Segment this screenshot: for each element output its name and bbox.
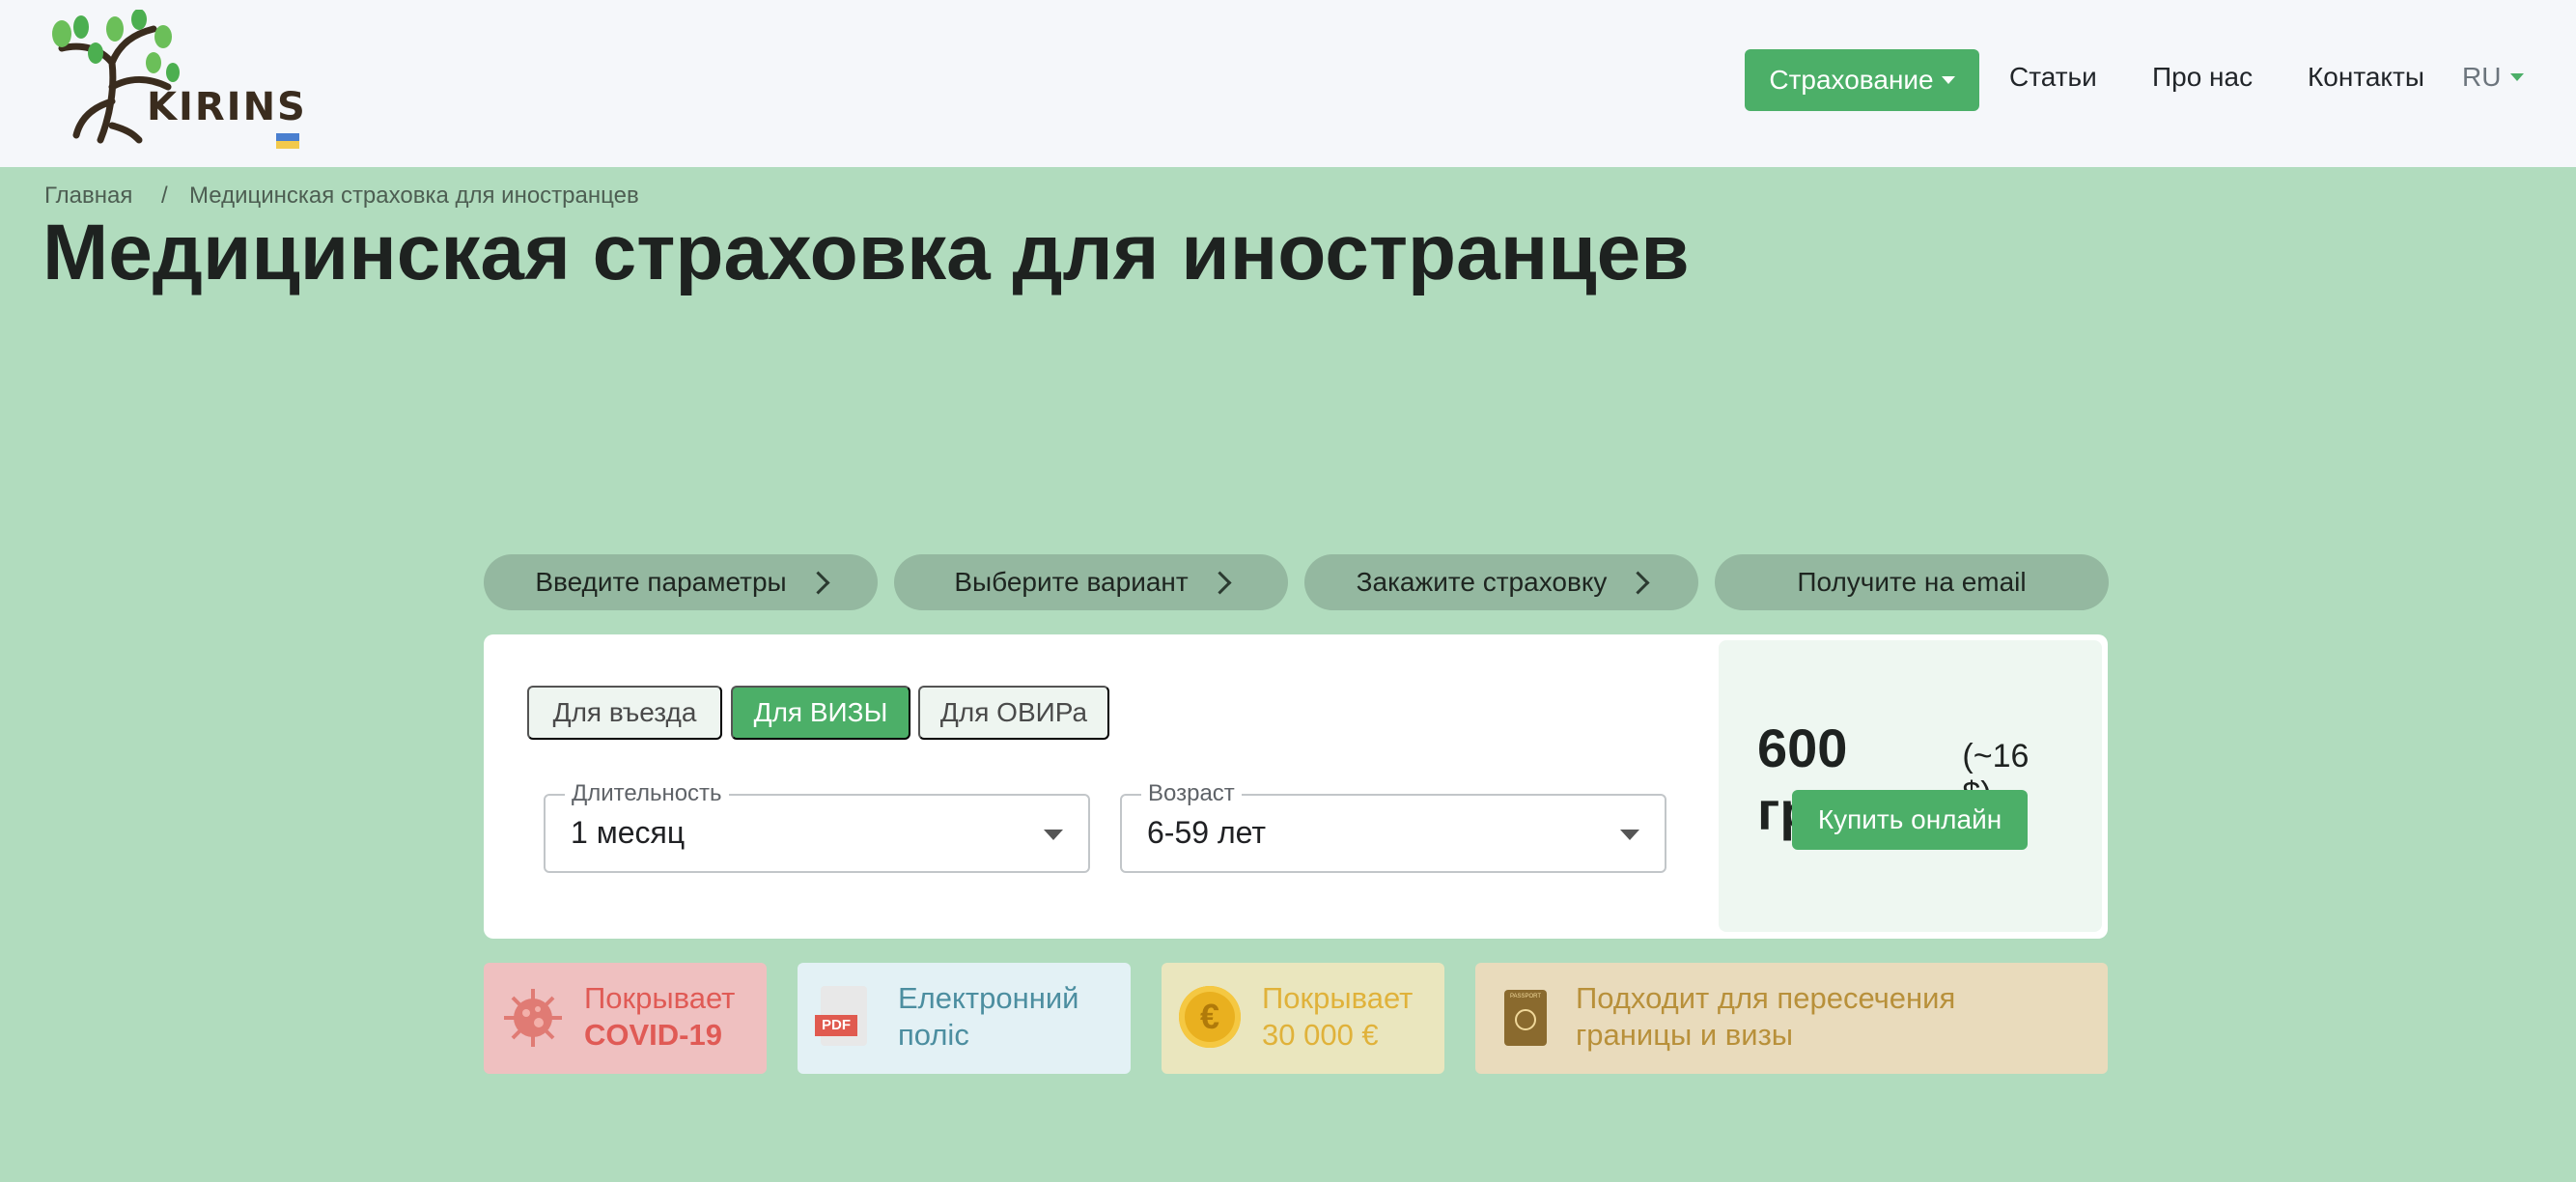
breadcrumb-current: Медицинская страховка для иностранцев [189,183,639,209]
language-label: RU [2462,62,2502,92]
feature-policy-line2: поліс [898,1018,969,1052]
insurance-dropdown-label: Страхование [1769,65,1934,95]
feature-border-line1: Подходит для пересечения [1576,981,1956,1015]
tab-entry[interactable]: Для въезда [527,686,722,740]
feature-electronic-policy: PDF Електронний поліс [798,963,1131,1074]
step-order-insurance: Закажите страховку [1304,554,1698,610]
chevron-right-icon [1626,570,1650,595]
step-label: Закажите страховку [1356,567,1608,597]
kirins-logo[interactable]: KIRINS [42,10,305,149]
buy-online-button[interactable]: Купить онлайн [1792,790,2028,850]
step-enter-params: Введите параметры [484,554,878,610]
nav-link-contacts[interactable]: Контакты [2308,62,2424,93]
step-label: Введите параметры [535,567,787,597]
feature-covid-line1: Покрывает [584,981,736,1015]
site-header: KIRINS Страхование Статьи Про нас Контак… [0,0,2576,167]
ukraine-flag-icon [276,133,299,149]
virus-icon [504,989,562,1047]
passport-icon: PASSPORT [1504,990,1547,1046]
age-value: 6-59 лет [1147,815,1266,850]
logo-text: KIRINS [147,85,307,129]
feature-coverage-amount: € Покрывает 30 000 € [1162,963,1444,1074]
nav-link-about[interactable]: Про нас [2152,62,2253,93]
breadcrumb-separator: / [161,183,168,209]
chevron-right-icon [1208,570,1232,595]
tab-visa[interactable]: Для ВИЗЫ [731,686,910,740]
tab-ovir[interactable]: Для ОВИРа [918,686,1109,740]
pdf-icon: PDF [815,986,867,1046]
language-dropdown[interactable]: RU [2462,62,2525,93]
passport-badge: PASSPORT [1509,994,1542,999]
page-title: Медицинская страховка для иностранцев [42,209,1690,296]
step-label: Выберите вариант [954,567,1189,597]
caret-down-icon [1044,830,1063,840]
duration-label: Длительность [565,780,729,807]
step-label: Получите на email [1797,567,2027,597]
caret-down-icon [1620,830,1639,840]
duration-value: 1 месяц [571,815,686,850]
feature-policy-line1: Електронний [898,981,1079,1015]
feature-covid-line2: COVID-19 [584,1018,722,1052]
feature-border-line2: границы и визы [1576,1018,1794,1052]
breadcrumb-home-link[interactable]: Главная [44,183,132,210]
caret-down-icon [1941,76,1955,84]
euro-coin-icon: € [1179,986,1241,1048]
feature-covid: Покрывает COVID-19 [484,963,767,1074]
feature-border-visa: PASSPORT Подходит для пересечения границ… [1475,963,2108,1074]
chevron-right-icon [806,570,830,595]
age-select[interactable]: Возраст 6-59 лет [1120,780,1666,873]
duration-select[interactable]: Длительность 1 месяц [544,780,1090,873]
step-choose-option: Выберите вариант [894,554,1288,610]
nav-link-articles[interactable]: Статьи [2009,62,2097,93]
step-receive-email: Получите на email [1715,554,2109,610]
pdf-badge: PDF [815,1015,857,1036]
feature-coverage-line1: Покрывает [1262,981,1414,1015]
feature-coverage-line2: 30 000 € [1262,1018,1379,1052]
insurance-dropdown-button[interactable]: Страхование [1745,49,1979,111]
age-label: Возраст [1141,780,1242,807]
caret-down-icon [2510,73,2525,81]
